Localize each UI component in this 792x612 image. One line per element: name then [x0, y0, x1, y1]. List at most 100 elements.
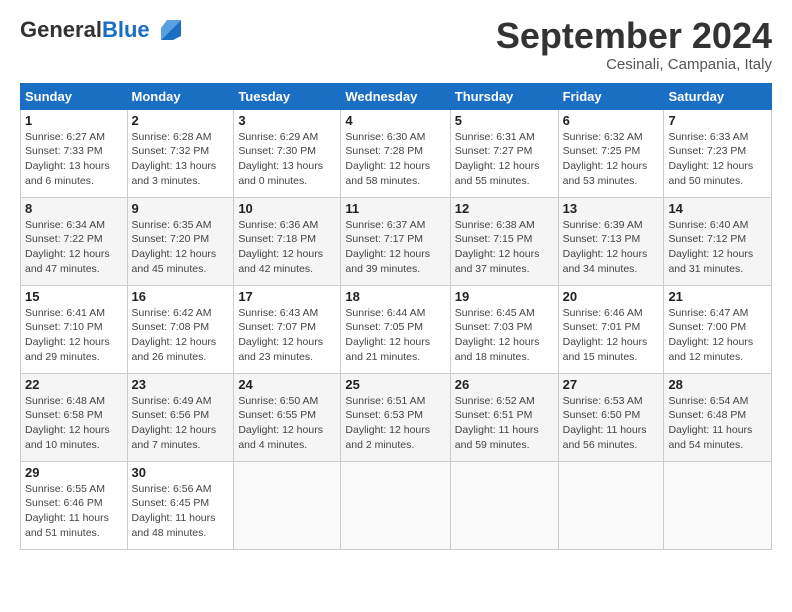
day-number: 10	[238, 201, 336, 216]
calendar-cell	[450, 461, 558, 549]
day-number: 3	[238, 113, 336, 128]
calendar-cell: 17 Sunrise: 6:43 AMSunset: 7:07 PMDayligh…	[234, 285, 341, 373]
calendar-cell	[664, 461, 772, 549]
weekday-header-saturday: Saturday	[664, 83, 772, 109]
calendar-cell: 7 Sunrise: 6:33 AMSunset: 7:23 PMDaylight…	[664, 109, 772, 197]
day-info: Sunrise: 6:48 AMSunset: 6:58 PMDaylight:…	[25, 394, 123, 453]
day-info: Sunrise: 6:28 AMSunset: 7:32 PMDaylight:…	[132, 130, 230, 189]
calendar-cell: 12 Sunrise: 6:38 AMSunset: 7:15 PMDayligh…	[450, 197, 558, 285]
day-info: Sunrise: 6:43 AMSunset: 7:07 PMDaylight:…	[238, 306, 336, 365]
day-info: Sunrise: 6:47 AMSunset: 7:00 PMDaylight:…	[668, 306, 767, 365]
day-info: Sunrise: 6:55 AMSunset: 6:46 PMDaylight:…	[25, 482, 123, 541]
day-number: 20	[563, 289, 660, 304]
day-number: 5	[455, 113, 554, 128]
calendar-cell: 30 Sunrise: 6:56 AMSunset: 6:45 PMDayligh…	[127, 461, 234, 549]
calendar-week-1: 1Sunrise: 6:27 AMSunset: 7:33 PMDaylight…	[21, 109, 772, 197]
day-info: Sunrise: 6:53 AMSunset: 6:50 PMDaylight:…	[563, 394, 660, 453]
day-number: 23	[132, 377, 230, 392]
calendar-cell: 1Sunrise: 6:27 AMSunset: 7:33 PMDaylight…	[21, 109, 128, 197]
day-number: 24	[238, 377, 336, 392]
day-info: Sunrise: 6:46 AMSunset: 7:01 PMDaylight:…	[563, 306, 660, 365]
calendar-cell: 10 Sunrise: 6:36 AMSunset: 7:18 PMDayligh…	[234, 197, 341, 285]
month-title: September 2024	[496, 16, 772, 56]
day-number: 7	[668, 113, 767, 128]
day-info: Sunrise: 6:40 AMSunset: 7:12 PMDaylight:…	[668, 218, 767, 277]
day-number: 22	[25, 377, 123, 392]
day-info: Sunrise: 6:44 AMSunset: 7:05 PMDaylight:…	[345, 306, 445, 365]
logo-general: General	[20, 17, 102, 42]
day-info: Sunrise: 6:56 AMSunset: 6:45 PMDaylight:…	[132, 482, 230, 541]
title-block: September 2024 Cesinali, Campania, Italy	[496, 16, 772, 73]
weekday-header-thursday: Thursday	[450, 83, 558, 109]
day-number: 27	[563, 377, 660, 392]
location: Cesinali, Campania, Italy	[496, 56, 772, 73]
day-info: Sunrise: 6:36 AMSunset: 7:18 PMDaylight:…	[238, 218, 336, 277]
day-info: Sunrise: 6:33 AMSunset: 7:23 PMDaylight:…	[668, 130, 767, 189]
day-number: 14	[668, 201, 767, 216]
calendar-cell: 11 Sunrise: 6:37 AMSunset: 7:17 PMDayligh…	[341, 197, 450, 285]
day-number: 15	[25, 289, 123, 304]
day-info: Sunrise: 6:42 AMSunset: 7:08 PMDaylight:…	[132, 306, 230, 365]
calendar-cell: 3 Sunrise: 6:29 AMSunset: 7:30 PMDaylight…	[234, 109, 341, 197]
day-info: Sunrise: 6:51 AMSunset: 6:53 PMDaylight:…	[345, 394, 445, 453]
calendar-cell: 16Sunrise: 6:42 AMSunset: 7:08 PMDayligh…	[127, 285, 234, 373]
calendar-cell: 29 Sunrise: 6:55 AMSunset: 6:46 PMDayligh…	[21, 461, 128, 549]
logo-blue: Blue	[102, 17, 150, 42]
calendar-cell: 5 Sunrise: 6:31 AMSunset: 7:27 PMDaylight…	[450, 109, 558, 197]
calendar-cell: 22 Sunrise: 6:48 AMSunset: 6:58 PMDayligh…	[21, 373, 128, 461]
calendar-cell	[558, 461, 664, 549]
day-number: 25	[345, 377, 445, 392]
header: GeneralBlue September 2024 Cesinali, Cam…	[20, 16, 772, 73]
day-info: Sunrise: 6:34 AMSunset: 7:22 PMDaylight:…	[25, 218, 123, 277]
day-number: 17	[238, 289, 336, 304]
calendar-cell: 21 Sunrise: 6:47 AMSunset: 7:00 PMDayligh…	[664, 285, 772, 373]
day-info: Sunrise: 6:52 AMSunset: 6:51 PMDaylight:…	[455, 394, 554, 453]
calendar-cell: 27 Sunrise: 6:53 AMSunset: 6:50 PMDayligh…	[558, 373, 664, 461]
day-number: 18	[345, 289, 445, 304]
day-number: 8	[25, 201, 123, 216]
calendar-header: SundayMondayTuesdayWednesdayThursdayFrid…	[21, 83, 772, 109]
day-info: Sunrise: 6:54 AMSunset: 6:48 PMDaylight:…	[668, 394, 767, 453]
day-info: Sunrise: 6:37 AMSunset: 7:17 PMDaylight:…	[345, 218, 445, 277]
day-number: 26	[455, 377, 554, 392]
weekday-header-tuesday: Tuesday	[234, 83, 341, 109]
calendar-week-4: 22 Sunrise: 6:48 AMSunset: 6:58 PMDayligh…	[21, 373, 772, 461]
calendar-cell: 2 Sunrise: 6:28 AMSunset: 7:32 PMDaylight…	[127, 109, 234, 197]
day-number: 9	[132, 201, 230, 216]
calendar-cell: 18 Sunrise: 6:44 AMSunset: 7:05 PMDayligh…	[341, 285, 450, 373]
calendar-cell: 24 Sunrise: 6:50 AMSunset: 6:55 PMDayligh…	[234, 373, 341, 461]
day-number: 11	[345, 201, 445, 216]
day-info: Sunrise: 6:50 AMSunset: 6:55 PMDaylight:…	[238, 394, 336, 453]
day-info: Sunrise: 6:30 AMSunset: 7:28 PMDaylight:…	[345, 130, 445, 189]
day-info: Sunrise: 6:31 AMSunset: 7:27 PMDaylight:…	[455, 130, 554, 189]
day-number: 2	[132, 113, 230, 128]
calendar-week-5: 29 Sunrise: 6:55 AMSunset: 6:46 PMDayligh…	[21, 461, 772, 549]
calendar-cell: 8 Sunrise: 6:34 AMSunset: 7:22 PMDaylight…	[21, 197, 128, 285]
calendar-cell: 25 Sunrise: 6:51 AMSunset: 6:53 PMDayligh…	[341, 373, 450, 461]
calendar-week-3: 15 Sunrise: 6:41 AMSunset: 7:10 PMDayligh…	[21, 285, 772, 373]
day-info: Sunrise: 6:41 AMSunset: 7:10 PMDaylight:…	[25, 306, 123, 365]
calendar-week-2: 8 Sunrise: 6:34 AMSunset: 7:22 PMDaylight…	[21, 197, 772, 285]
day-info: Sunrise: 6:27 AMSunset: 7:33 PMDaylight:…	[25, 130, 123, 189]
calendar-cell	[341, 461, 450, 549]
day-info: Sunrise: 6:49 AMSunset: 6:56 PMDaylight:…	[132, 394, 230, 453]
day-info: Sunrise: 6:38 AMSunset: 7:15 PMDaylight:…	[455, 218, 554, 277]
day-number: 4	[345, 113, 445, 128]
calendar-cell: 26 Sunrise: 6:52 AMSunset: 6:51 PMDayligh…	[450, 373, 558, 461]
calendar-cell: 14 Sunrise: 6:40 AMSunset: 7:12 PMDayligh…	[664, 197, 772, 285]
calendar-cell: 23 Sunrise: 6:49 AMSunset: 6:56 PMDayligh…	[127, 373, 234, 461]
day-number: 30	[132, 465, 230, 480]
calendar-body: 1Sunrise: 6:27 AMSunset: 7:33 PMDaylight…	[21, 109, 772, 549]
day-number: 28	[668, 377, 767, 392]
calendar-cell: 19Sunrise: 6:45 AMSunset: 7:03 PMDayligh…	[450, 285, 558, 373]
calendar-table: SundayMondayTuesdayWednesdayThursdayFrid…	[20, 83, 772, 550]
day-number: 21	[668, 289, 767, 304]
day-number: 29	[25, 465, 123, 480]
day-number: 19	[455, 289, 554, 304]
calendar-cell: 28 Sunrise: 6:54 AMSunset: 6:48 PMDayligh…	[664, 373, 772, 461]
weekday-header-monday: Monday	[127, 83, 234, 109]
day-number: 12	[455, 201, 554, 216]
day-info: Sunrise: 6:32 AMSunset: 7:25 PMDaylight:…	[563, 130, 660, 189]
weekday-header-sunday: Sunday	[21, 83, 128, 109]
day-info: Sunrise: 6:29 AMSunset: 7:30 PMDaylight:…	[238, 130, 336, 189]
